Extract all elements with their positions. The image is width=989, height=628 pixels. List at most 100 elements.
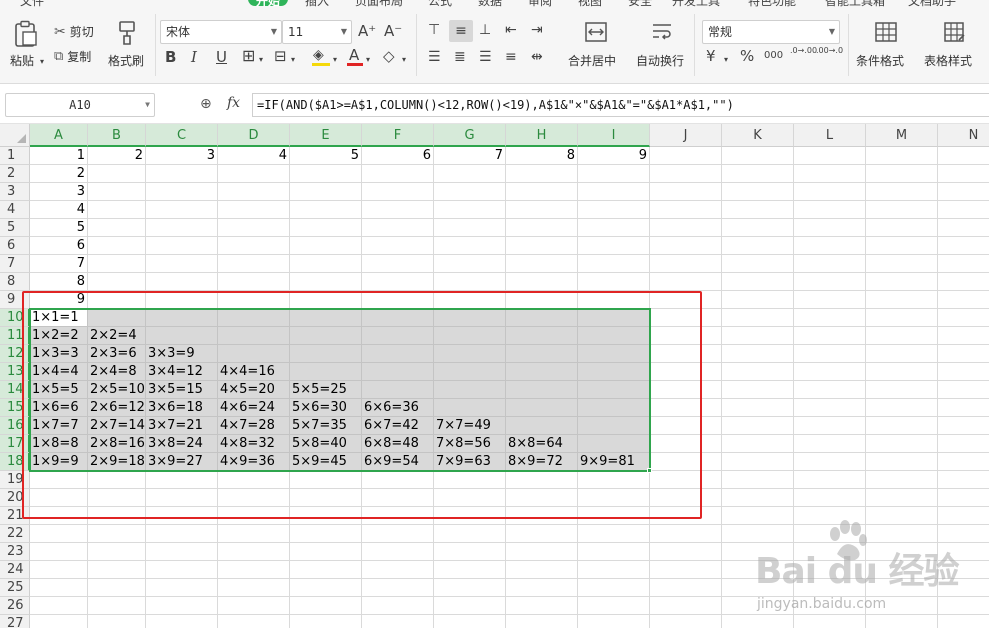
cell-n2[interactable] <box>938 165 989 183</box>
cell-i20[interactable] <box>578 489 650 507</box>
row-header-8[interactable]: 8 <box>0 273 30 291</box>
cell-a4[interactable]: 4 <box>30 201 88 219</box>
column-header-n[interactable]: N <box>938 124 989 147</box>
cell-b24[interactable] <box>88 561 146 579</box>
cell-l15[interactable] <box>794 399 866 417</box>
cell-j12[interactable] <box>650 345 722 363</box>
cell-d21[interactable] <box>218 507 290 525</box>
column-header-d[interactable]: D <box>218 124 290 147</box>
table-style-button[interactable]: 表格样式 <box>924 20 986 70</box>
row-header-5[interactable]: 5 <box>0 219 30 237</box>
cell-style-icon[interactable]: ⊟ <box>274 48 287 64</box>
cell-c19[interactable] <box>146 471 218 489</box>
cell-e20[interactable] <box>290 489 362 507</box>
cell-l11[interactable] <box>794 327 866 345</box>
cell-a12[interactable]: 1×3=3 <box>30 345 88 363</box>
cell-l8[interactable] <box>794 273 866 291</box>
cell-b5[interactable] <box>88 219 146 237</box>
cell-b17[interactable]: 2×8=16 <box>88 435 146 453</box>
cell-f7[interactable] <box>362 255 434 273</box>
cell-b22[interactable] <box>88 525 146 543</box>
cell-b23[interactable] <box>88 543 146 561</box>
cell-h16[interactable] <box>506 417 578 435</box>
cell-h18[interactable]: 8×9=72 <box>506 453 578 471</box>
column-header-m[interactable]: M <box>866 124 938 147</box>
cell-g9[interactable] <box>434 291 506 309</box>
cell-b10[interactable] <box>88 309 146 327</box>
cell-k19[interactable] <box>722 471 794 489</box>
cell-k23[interactable] <box>722 543 794 561</box>
cell-l27[interactable] <box>794 615 866 628</box>
cell-h22[interactable] <box>506 525 578 543</box>
cell-f3[interactable] <box>362 183 434 201</box>
cell-m4[interactable] <box>866 201 938 219</box>
cell-c11[interactable] <box>146 327 218 345</box>
align-right-icon[interactable]: ☰ <box>479 49 492 65</box>
row-header-24[interactable]: 24 <box>0 561 30 579</box>
cell-k27[interactable] <box>722 615 794 628</box>
cell-n23[interactable] <box>938 543 989 561</box>
tab-smart-tools[interactable]: 智能工具箱 <box>825 0 885 9</box>
cell-e24[interactable] <box>290 561 362 579</box>
cell-c1[interactable]: 3 <box>146 147 218 165</box>
cell-c25[interactable] <box>146 579 218 597</box>
cell-i13[interactable] <box>578 363 650 381</box>
cell-m11[interactable] <box>866 327 938 345</box>
cell-l5[interactable] <box>794 219 866 237</box>
cell-k21[interactable] <box>722 507 794 525</box>
font-color-button[interactable]: A <box>347 47 363 67</box>
cell-i15[interactable] <box>578 399 650 417</box>
cell-e13[interactable] <box>290 363 362 381</box>
cell-c6[interactable] <box>146 237 218 255</box>
cell-j15[interactable] <box>650 399 722 417</box>
cell-g16[interactable]: 7×7=49 <box>434 417 506 435</box>
cell-a22[interactable] <box>30 525 88 543</box>
cell-a17[interactable]: 1×8=8 <box>30 435 88 453</box>
cell-g18[interactable]: 7×9=63 <box>434 453 506 471</box>
cell-n17[interactable] <box>938 435 989 453</box>
cell-g17[interactable]: 7×8=56 <box>434 435 506 453</box>
tab-developer[interactable]: 开发工具 <box>672 0 720 9</box>
cell-j5[interactable] <box>650 219 722 237</box>
cell-j1[interactable] <box>650 147 722 165</box>
cell-h14[interactable] <box>506 381 578 399</box>
cell-n16[interactable] <box>938 417 989 435</box>
cell-d23[interactable] <box>218 543 290 561</box>
cell-k24[interactable] <box>722 561 794 579</box>
cell-e2[interactable] <box>290 165 362 183</box>
cell-g22[interactable] <box>434 525 506 543</box>
cell-c3[interactable] <box>146 183 218 201</box>
paste-button[interactable]: 粘贴 <box>10 20 42 70</box>
cell-k20[interactable] <box>722 489 794 507</box>
cell-l23[interactable] <box>794 543 866 561</box>
cell-c9[interactable] <box>146 291 218 309</box>
cell-b7[interactable] <box>88 255 146 273</box>
cell-g24[interactable] <box>434 561 506 579</box>
cell-b15[interactable]: 2×6=12 <box>88 399 146 417</box>
cell-a11[interactable]: 1×2=2 <box>30 327 88 345</box>
align-middle-icon[interactable]: ≡ <box>449 20 473 42</box>
cell-d26[interactable] <box>218 597 290 615</box>
cell-style-dropdown-icon[interactable]: ▾ <box>291 52 295 68</box>
cell-l19[interactable] <box>794 471 866 489</box>
cell-a14[interactable]: 1×5=5 <box>30 381 88 399</box>
cell-j6[interactable] <box>650 237 722 255</box>
cell-b18[interactable]: 2×9=18 <box>88 453 146 471</box>
cell-g27[interactable] <box>434 615 506 628</box>
cell-d13[interactable]: 4×4=16 <box>218 363 290 381</box>
cell-a18[interactable]: 1×9=9 <box>30 453 88 471</box>
cell-e16[interactable]: 5×7=35 <box>290 417 362 435</box>
cell-n8[interactable] <box>938 273 989 291</box>
cell-n9[interactable] <box>938 291 989 309</box>
cell-i5[interactable] <box>578 219 650 237</box>
cell-i18[interactable]: 9×9=81 <box>578 453 650 471</box>
cell-d2[interactable] <box>218 165 290 183</box>
cell-g15[interactable] <box>434 399 506 417</box>
cell-d14[interactable]: 4×5=20 <box>218 381 290 399</box>
cell-n27[interactable] <box>938 615 989 628</box>
cell-i26[interactable] <box>578 597 650 615</box>
cell-a13[interactable]: 1×4=4 <box>30 363 88 381</box>
cell-e7[interactable] <box>290 255 362 273</box>
cell-e21[interactable] <box>290 507 362 525</box>
column-header-a[interactable]: A <box>30 124 88 147</box>
